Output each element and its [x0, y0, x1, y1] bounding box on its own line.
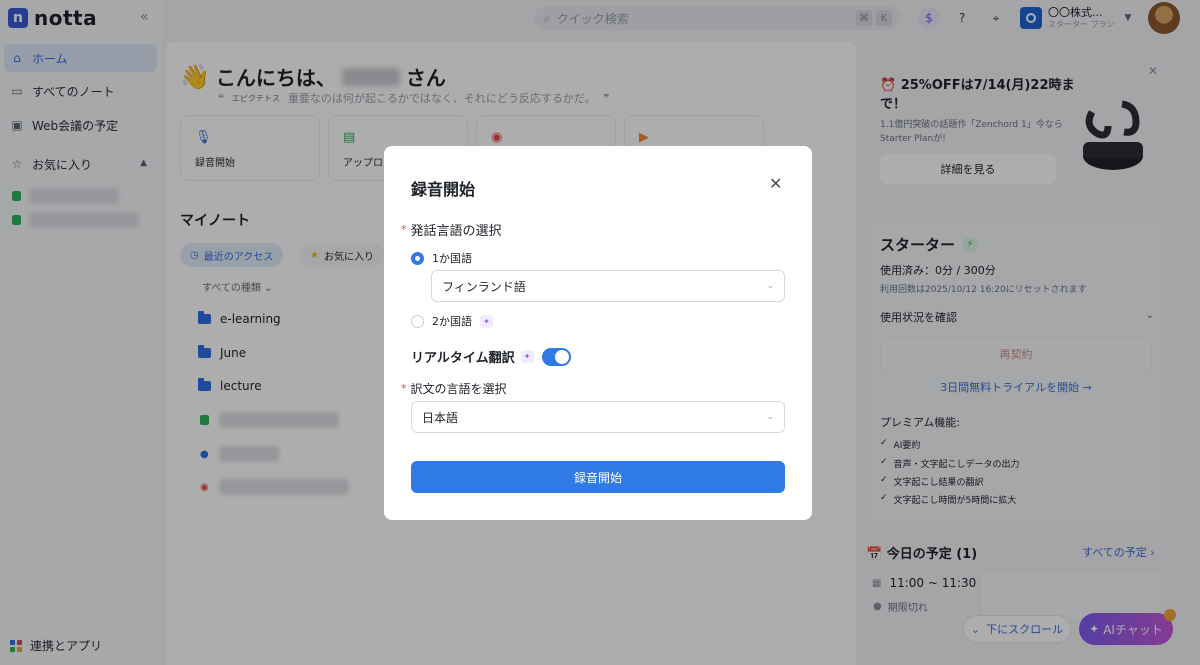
translation-label-text: 訳文の言語を選択 — [410, 382, 507, 396]
radio-two-languages[interactable]: 2か国語 ✦ — [411, 313, 493, 329]
radio-selected[interactable] — [411, 251, 424, 265]
chevron-down-icon: ⌄ — [766, 412, 774, 422]
start-recording-button[interactable]: 録音開始 — [411, 461, 785, 493]
realtime-label: リアルタイム翻訳 — [411, 351, 515, 366]
radio-label: 1か国語 — [432, 252, 472, 265]
start-recording-dialog: 録音開始 ✕ * 発話言語の選択 1か国語 フィンランド語 ⌄ 2か国語 ✦ リ… — [384, 146, 812, 520]
select-value: 日本語 — [422, 410, 459, 425]
radio-one-language[interactable]: 1か国語 — [411, 250, 472, 266]
ai-sparkle-icon: ✦ — [520, 350, 534, 363]
realtime-translation-row: リアルタイム翻訳 ✦ — [411, 347, 571, 366]
language-label-text: 発話言語の選択 — [410, 224, 502, 239]
dialog-title: 録音開始 — [411, 180, 476, 199]
ai-sparkle-icon: ✦ — [480, 314, 493, 328]
spoken-language-select[interactable]: フィンランド語 ⌄ — [431, 270, 785, 302]
chevron-down-icon: ⌄ — [766, 281, 774, 291]
select-value: フィンランド語 — [442, 279, 526, 294]
language-label: * 発話言語の選択 — [401, 220, 502, 239]
close-icon[interactable]: ✕ — [769, 174, 782, 193]
radio-unselected[interactable] — [411, 314, 424, 328]
radio-label: 2か国語 — [432, 315, 472, 328]
translation-language-select[interactable]: 日本語 ⌄ — [411, 401, 785, 433]
required-mark: * — [401, 382, 407, 395]
realtime-translation-toggle[interactable] — [541, 347, 571, 366]
translation-language-label: * 訳文の言語を選択 — [401, 380, 507, 397]
required-mark: * — [401, 223, 407, 236]
